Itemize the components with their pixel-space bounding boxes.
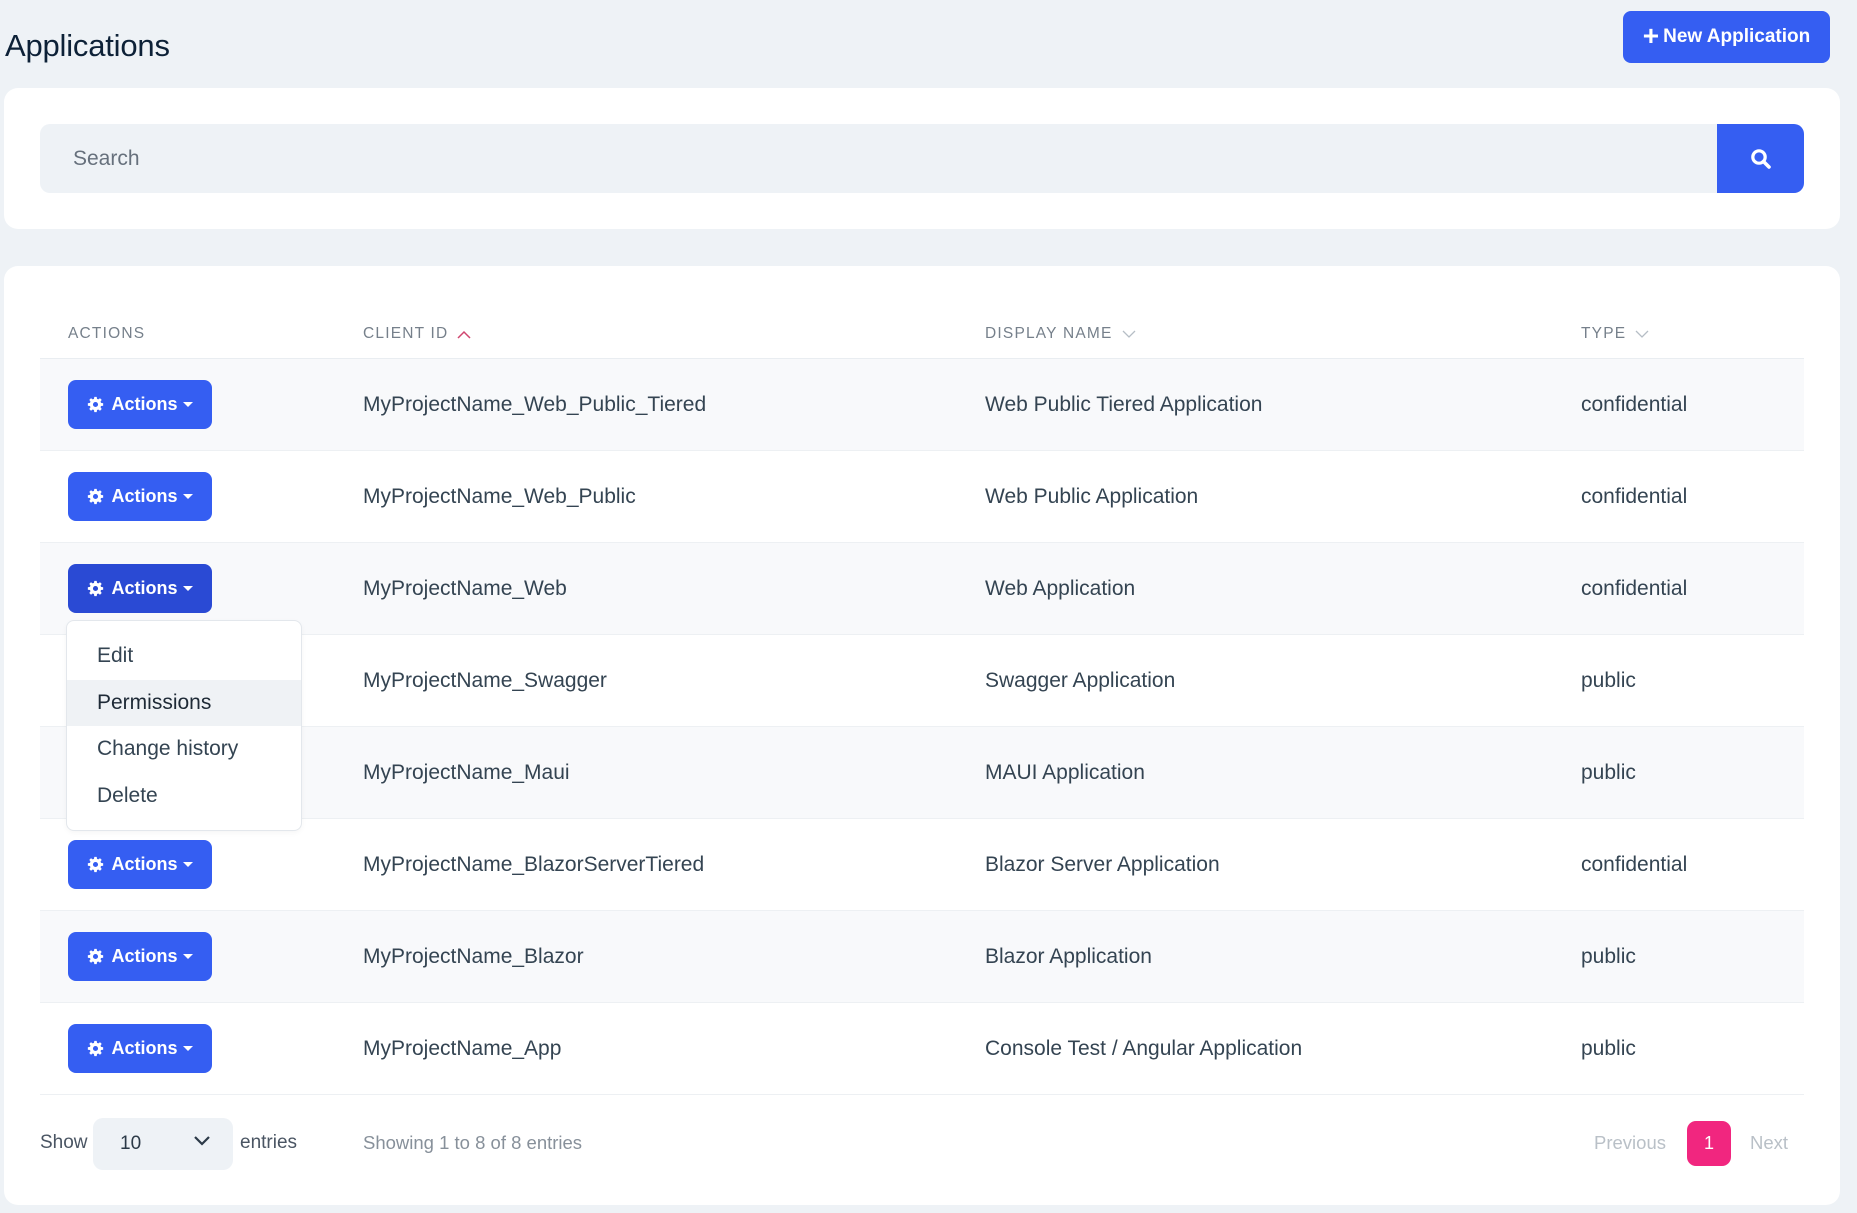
actions-label: Actions <box>111 854 178 874</box>
caret-down-icon <box>182 494 193 499</box>
search-card <box>4 88 1840 229</box>
table-header: ACTIONS CLIENT ID DISPLAY NAME TYPE <box>40 266 1804 359</box>
caret-down-icon <box>182 862 193 867</box>
gear-icon <box>87 580 104 597</box>
table-row: ActionsMyProjectName_MauiMAUI Applicatio… <box>40 727 1804 819</box>
table-row: Actions MyProjectName_App Console Test / A… <box>40 1003 1804 1095</box>
gear-icon <box>87 948 104 965</box>
display-name-cell: Blazor Application <box>985 944 1152 968</box>
menu-item-edit[interactable]: Edit <box>67 633 301 680</box>
table-row: Actions MyProjectName_Blazor Blazor Applic… <box>40 911 1804 1003</box>
client-id-cell: MyProjectName_Web <box>363 576 567 600</box>
client-id-cell: MyProjectName_BlazorServerTiered <box>363 852 705 876</box>
actions-label: Actions <box>111 1038 178 1058</box>
menu-item-permissions[interactable]: Permissions <box>67 679 301 726</box>
actions-dropdown-menu: Edit Permissions Change history Delete <box>66 620 302 831</box>
actions-label: Actions <box>111 486 178 506</box>
display-name-cell: Web Public Tiered Application <box>985 392 1263 416</box>
show-label: Show <box>40 1132 88 1153</box>
type-cell: public <box>1581 944 1636 968</box>
row-actions-button[interactable]: Actions <box>68 472 212 521</box>
column-label: CLIENT ID <box>363 325 449 342</box>
client-id-cell: MyProjectName_Blazor <box>363 944 584 968</box>
actions-cell: Actions <box>68 1003 212 1094</box>
menu-item-delete[interactable]: Delete <box>67 773 301 820</box>
gear-icon <box>87 488 104 505</box>
new-application-button[interactable]: + New Application <box>1623 11 1830 63</box>
client-id-cell: MyProjectName_Web_Public <box>363 484 636 508</box>
caret-down-icon <box>182 954 193 959</box>
actions-label: Actions <box>111 946 178 966</box>
page-title: Applications <box>5 28 170 63</box>
type-cell: public <box>1581 760 1636 784</box>
type-cell: confidential <box>1581 852 1688 876</box>
display-name-cell: Web Application <box>985 576 1136 600</box>
table-row: Actions MyProjectName_Web Web Application c… <box>40 543 1804 635</box>
sort-descending-icon <box>1635 330 1649 338</box>
page-size-value: 10 <box>120 1133 142 1154</box>
actions-cell: Actions <box>68 359 212 450</box>
display-name-cell: Blazor Server Application <box>985 852 1220 876</box>
entries-label: entries <box>240 1132 298 1153</box>
display-name-cell: Swagger Application <box>985 668 1176 692</box>
next-page-button[interactable]: Next <box>1750 1132 1788 1154</box>
column-header-client-id[interactable]: CLIENT ID <box>363 325 471 343</box>
type-cell: confidential <box>1581 484 1688 508</box>
actions-cell: Actions <box>68 911 212 1002</box>
row-actions-button[interactable]: Actions <box>68 840 212 889</box>
page-1-button[interactable]: 1 <box>1687 1121 1731 1166</box>
type-cell: public <box>1581 1036 1636 1060</box>
client-id-cell: MyProjectName_App <box>363 1036 562 1060</box>
page-size-select[interactable]: 10 <box>93 1118 233 1170</box>
column-label: DISPLAY NAME <box>985 325 1113 342</box>
actions-cell: Actions <box>68 451 212 542</box>
type-cell: confidential <box>1581 392 1688 416</box>
search-input[interactable] <box>40 124 1721 193</box>
actions-cell: Actions <box>68 819 212 910</box>
sort-descending-icon <box>1122 330 1136 338</box>
table-row: Actions MyProjectName_Web_Public Web Publi… <box>40 451 1804 543</box>
search-button[interactable] <box>1717 124 1804 193</box>
table-body: Actions MyProjectName_Web_Public_Tiered We… <box>40 359 1804 1095</box>
caret-down-icon <box>182 1046 193 1051</box>
table-row: Actions MyProjectName_Web_Public_Tiered We… <box>40 359 1804 451</box>
gear-icon <box>87 856 104 873</box>
display-name-cell: Web Public Application <box>985 484 1199 508</box>
row-actions-button[interactable]: Actions <box>68 932 212 981</box>
column-label: ACTIONS <box>68 325 146 342</box>
actions-label: Actions <box>111 394 178 414</box>
row-actions-button[interactable]: Actions <box>68 1024 212 1073</box>
table-row: ActionsMyProjectName_SwaggerSwagger Appl… <box>40 635 1804 727</box>
gear-icon <box>87 396 104 413</box>
pagination-info: Showing 1 to 8 of 8 entries <box>363 1132 583 1153</box>
previous-page-button[interactable]: Previous <box>1594 1132 1666 1154</box>
gear-icon <box>87 1040 104 1057</box>
column-header-type[interactable]: TYPE <box>1581 325 1649 343</box>
search-icon <box>1750 148 1771 169</box>
column-label: TYPE <box>1581 325 1627 342</box>
display-name-cell: Console Test / Angular Application <box>985 1036 1303 1060</box>
new-application-label: New Application <box>1663 26 1811 47</box>
chevron-down-icon <box>194 1136 210 1146</box>
actions-label: Actions <box>111 578 178 598</box>
client-id-cell: MyProjectName_Web_Public_Tiered <box>363 392 707 416</box>
plus-icon: + <box>1642 19 1660 51</box>
client-id-cell: MyProjectName_Maui <box>363 760 570 784</box>
column-header-actions: ACTIONS <box>68 325 145 343</box>
caret-down-icon <box>182 402 193 407</box>
sort-ascending-icon <box>457 330 471 339</box>
caret-down-icon <box>182 586 193 591</box>
column-header-display-name[interactable]: DISPLAY NAME <box>985 325 1136 343</box>
type-cell: confidential <box>1581 576 1688 600</box>
menu-item-change-history[interactable]: Change history <box>67 726 301 773</box>
client-id-cell: MyProjectName_Swagger <box>363 668 607 692</box>
row-actions-button[interactable]: Actions <box>68 380 212 429</box>
table-footer: Show 10 entries Showing 1 to 8 of 8 entr… <box>40 1118 1804 1170</box>
type-cell: public <box>1581 668 1636 692</box>
row-actions-button[interactable]: Actions <box>68 564 212 613</box>
table-row: Actions MyProjectName_BlazorServerTiered B… <box>40 819 1804 911</box>
display-name-cell: MAUI Application <box>985 760 1145 784</box>
